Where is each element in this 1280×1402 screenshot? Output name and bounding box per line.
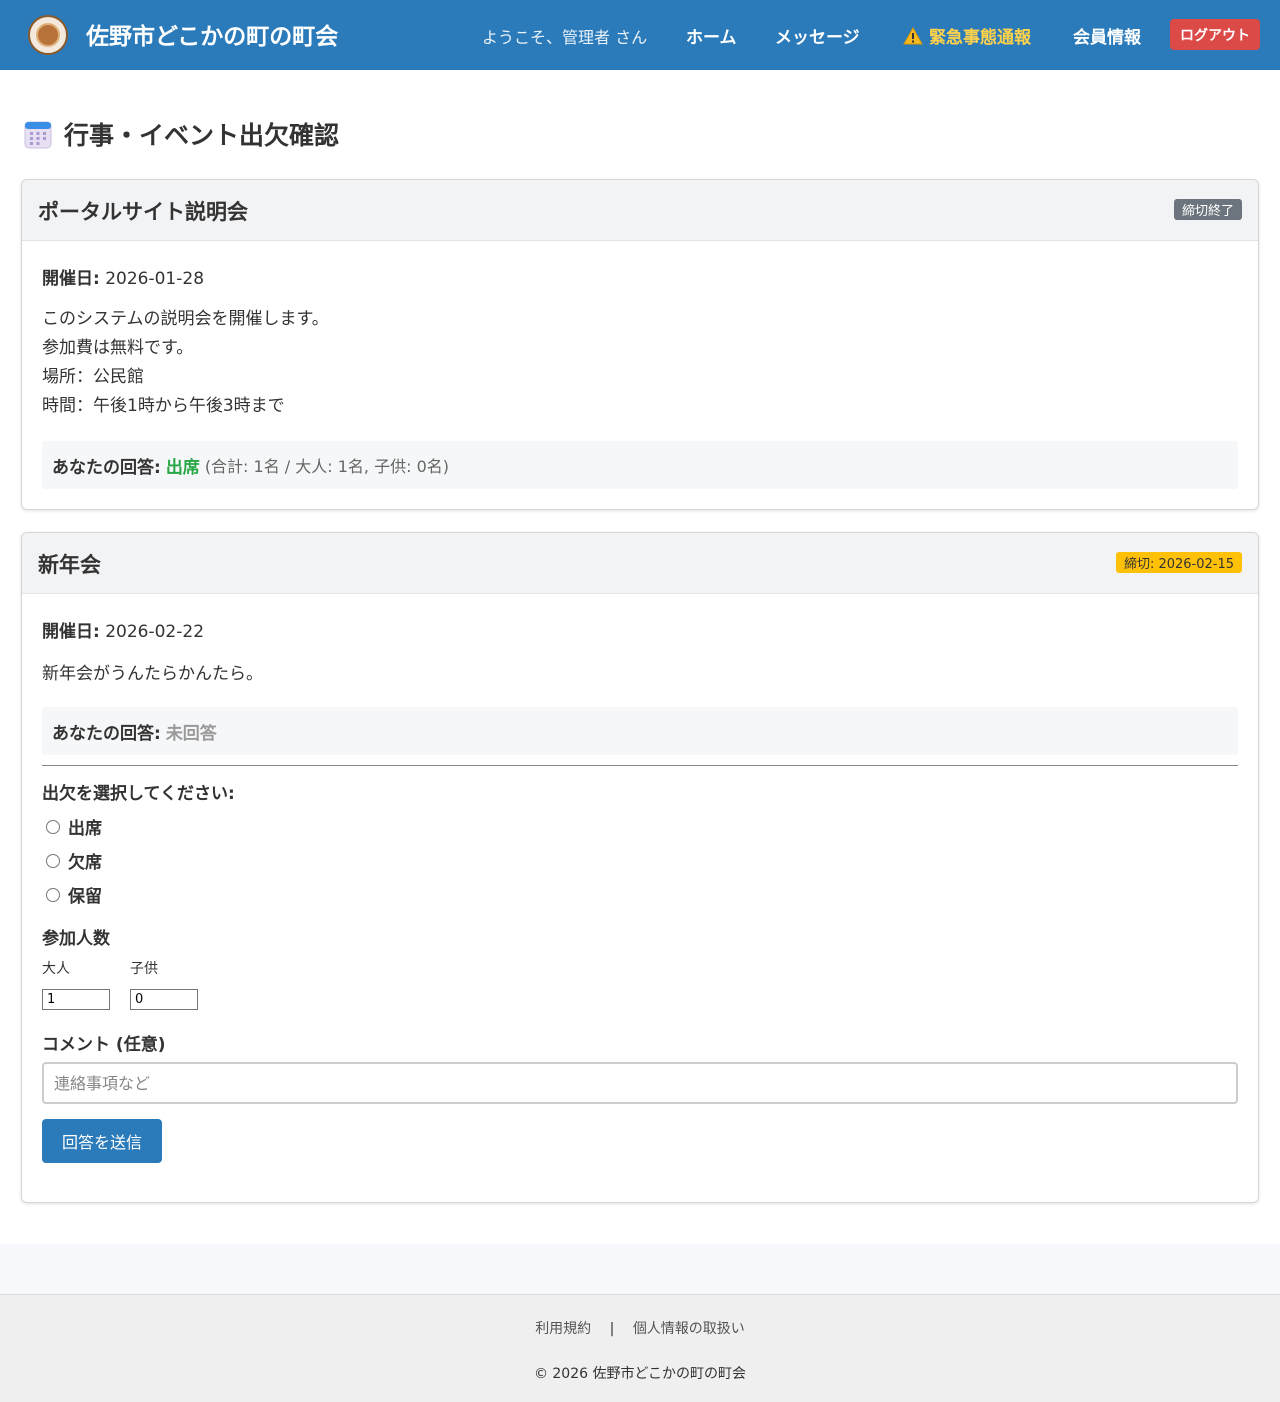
- event-description-line: このシステムの説明会を開催します。: [42, 309, 329, 329]
- your-answer-value: 未回答: [165, 723, 217, 744]
- warning-icon: [903, 26, 923, 44]
- event-date: 開催日: 2026-02-22: [42, 617, 204, 642]
- nav-emergency-link[interactable]: 緊急事態通報: [903, 23, 1031, 48]
- event-title: 新年会: [38, 553, 101, 577]
- form-divider: [42, 765, 1238, 766]
- child-count-input[interactable]: [130, 989, 198, 1010]
- event-date-label: 開催日:: [42, 622, 100, 642]
- event-description-line: 参加費は無料です。: [42, 338, 194, 358]
- radio-label[interactable]: 欠席: [68, 848, 102, 873]
- nav-emergency-label: 緊急事態通報: [929, 28, 1031, 48]
- your-answer-detail: (合計: 1名 / 大人: 1名, 子供: 0名): [204, 457, 450, 476]
- radio-button[interactable]: [46, 887, 60, 902]
- welcome-text: ようこそ、管理者 さん: [482, 28, 648, 47]
- town-logo[interactable]: [28, 15, 68, 55]
- submit-answer-button[interactable]: 回答を送信: [42, 1119, 162, 1163]
- deadline-badge: 締切: 2026-02-15: [1115, 552, 1242, 573]
- event-description-line: 場所：公民館: [42, 367, 144, 387]
- adult-label: 大人: [42, 961, 70, 977]
- your-answer-label: あなたの回答:: [52, 457, 161, 478]
- radio-button[interactable]: [46, 819, 60, 834]
- event-description-line: 時間：午後1時から午後3時まで: [42, 396, 285, 416]
- child-label: 子供: [130, 961, 158, 977]
- radio-button[interactable]: [46, 853, 60, 868]
- site-header: 佐野市どこかの町の町会 ようこそ、管理者 さん ホーム メッセージ 緊急事態通報…: [0, 0, 1280, 70]
- your-answer-box: あなたの回答: 未回答: [42, 707, 1238, 755]
- event-card: 新年会 締切: 2026-02-15 開催日: 2026-02-22 新年会がう…: [21, 532, 1259, 1203]
- radio-label[interactable]: 出席: [68, 814, 102, 839]
- logout-button[interactable]: ログアウト: [1170, 19, 1260, 50]
- site-title[interactable]: 佐野市どこかの町の町会: [86, 17, 338, 51]
- nav-messages-link[interactable]: メッセージ: [775, 23, 860, 48]
- status-badge: 締切終了: [1173, 199, 1242, 220]
- footer-separator: |: [609, 1321, 615, 1337]
- event-date-label: 開催日:: [42, 269, 100, 289]
- event-date: 開催日: 2026-01-28: [42, 264, 204, 289]
- page-title: 行事・イベント出欠確認: [24, 116, 339, 152]
- attendance-prompt: 出欠を選択してください:: [42, 784, 235, 804]
- comment-input[interactable]: [42, 1062, 1238, 1104]
- event-description: 新年会がうんたらかんたら。: [42, 660, 263, 689]
- terms-link[interactable]: 利用規約: [535, 1321, 591, 1337]
- comment-label: コメント (任意): [42, 1035, 166, 1055]
- radio-label[interactable]: 保留: [68, 882, 102, 907]
- event-card: ポータルサイト説明会 締切終了 開催日: 2026-01-28 このシステムの説…: [21, 179, 1259, 510]
- footer-links: 利用規約 | 個人情報の取扱い: [0, 1318, 1280, 1338]
- your-answer-box: あなたの回答: 出席 (合計: 1名 / 大人: 1名, 子供: 0名): [42, 441, 1238, 489]
- copyright-text: © 2026 佐野市どこかの町の町会: [533, 1366, 747, 1382]
- calendar-icon: [24, 121, 52, 149]
- your-answer-label: あなたの回答:: [52, 723, 161, 744]
- your-answer-value: 出席: [165, 457, 200, 478]
- event-description-line: 新年会がうんたらかんたら。: [42, 664, 263, 684]
- event-card-header: 新年会 締切: 2026-02-15: [22, 533, 1258, 594]
- footer-spacer: [0, 1244, 1280, 1294]
- adult-count-input[interactable]: [42, 989, 110, 1010]
- site-footer: 利用規約 | 個人情報の取扱い © 2026 佐野市どこかの町の町会: [0, 1294, 1280, 1402]
- event-title: ポータルサイト説明会: [38, 200, 248, 224]
- radio-option-pending[interactable]: 保留: [46, 882, 102, 907]
- radio-option-absent[interactable]: 欠席: [46, 848, 102, 873]
- radio-option-attend[interactable]: 出席: [46, 814, 102, 839]
- nav-home-link[interactable]: ホーム: [686, 23, 737, 48]
- event-description: このシステムの説明会を開催します。 参加費は無料です。 場所：公民館 時間：午後…: [42, 305, 329, 421]
- privacy-link[interactable]: 個人情報の取扱い: [633, 1321, 745, 1337]
- page-title-text: 行事・イベント出欠確認: [64, 121, 340, 150]
- participant-count-label: 参加人数: [42, 929, 110, 949]
- nav-member-info-link[interactable]: 会員情報: [1073, 23, 1141, 48]
- event-date-value: 2026-01-28: [105, 269, 205, 289]
- event-card-header: ポータルサイト説明会 締切終了: [22, 180, 1258, 241]
- event-date-value: 2026-02-22: [105, 622, 205, 642]
